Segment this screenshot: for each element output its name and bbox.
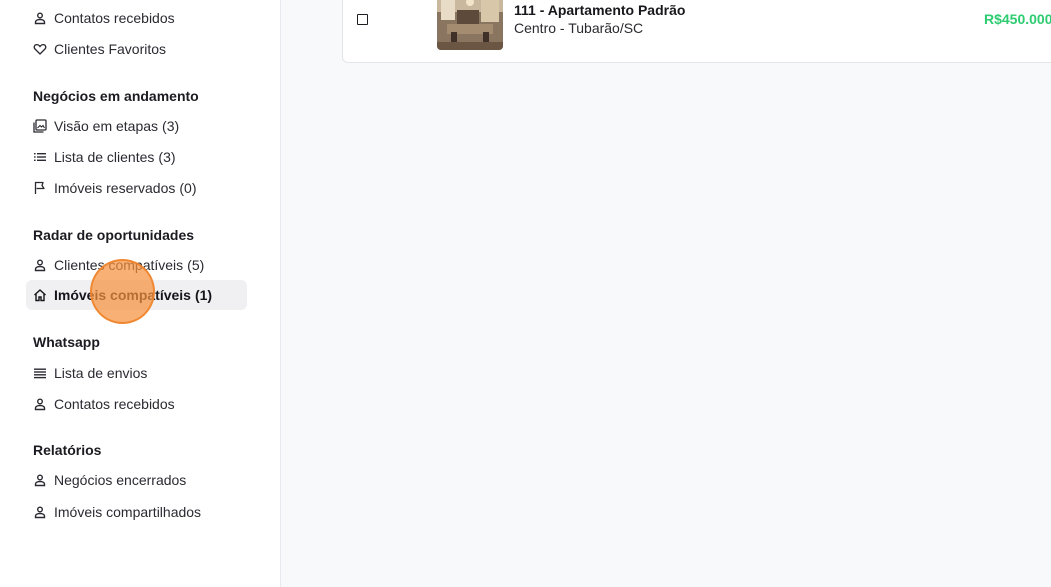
sidebar-item-clientes-compativeis[interactable]: Clientes compatíveis (5) (26, 250, 247, 280)
sidebar-item-imoveis-compartilhados[interactable]: Imóveis compartilhados (26, 497, 247, 527)
section-title-relatorios: Relatórios (33, 442, 102, 458)
sidebar-item-label: Imóveis compartilhados (54, 504, 202, 520)
sidebar-item-label: Imóveis compatíveis (54, 287, 191, 303)
person-icon (33, 505, 47, 519)
list-icon (33, 150, 47, 164)
sidebar-item-label: Lista de envios (54, 365, 148, 381)
sidebar-item-contatos-recebidos-top[interactable]: Contatos recebidos (26, 3, 247, 33)
main-content: 111 - Apartamento Padrão Centro - Tubarã… (282, 0, 1051, 587)
sidebar-item-count: (3) (158, 149, 176, 165)
sidebar-item-count: (5) (187, 257, 205, 273)
sidebar-item-negocios-encerrados[interactable]: Negócios encerrados (26, 465, 247, 495)
sidebar-item-imoveis-compativeis[interactable]: Imóveis compatíveis (1) (26, 280, 247, 310)
home-icon (33, 288, 47, 302)
select-checkbox[interactable] (357, 14, 368, 25)
property-title[interactable]: 111 - Apartamento Padrão (514, 2, 685, 18)
sidebar-item-label: Lista de clientes (54, 149, 155, 165)
property-thumbnail[interactable] (437, 0, 503, 50)
sidebar-item-lista-clientes[interactable]: Lista de clientes (3) (26, 142, 247, 172)
property-card[interactable]: 111 - Apartamento Padrão Centro - Tubarã… (342, 0, 1051, 63)
sidebar-item-count: (1) (194, 287, 213, 303)
person-icon (33, 258, 47, 272)
sidebar-item-imoveis-reservados[interactable]: Imóveis reservados (0) (26, 173, 247, 203)
person-icon (33, 473, 47, 487)
sidebar-item-visao-etapas[interactable]: Visão em etapas (3) (26, 111, 247, 141)
property-price: R$450.000 (984, 11, 1051, 27)
gallery-icon (33, 119, 47, 133)
sidebar: Contatos recebidos Clientes Favoritos Ne… (0, 0, 281, 587)
sidebar-item-label: Contatos recebidos (54, 10, 175, 26)
lines-icon (33, 366, 47, 380)
sidebar-item-label: Contatos recebidos (54, 396, 175, 412)
sidebar-item-label: Imóveis reservados (54, 180, 176, 196)
flag-icon (33, 181, 47, 195)
property-location: Centro - Tubarão/SC (514, 20, 644, 36)
sidebar-item-label: Negócios encerrados (54, 472, 187, 488)
section-title-whatsapp: Whatsapp (33, 334, 100, 350)
sidebar-item-count: (0) (179, 180, 197, 196)
sidebar-item-label: Clientes Favoritos (54, 41, 167, 57)
sidebar-item-lista-envios[interactable]: Lista de envios (26, 358, 247, 388)
section-title-negocios: Negócios em andamento (33, 88, 199, 104)
section-title-radar: Radar de oportunidades (33, 227, 195, 243)
person-icon (33, 11, 47, 25)
heart-icon (33, 42, 47, 56)
sidebar-item-contatos-recebidos[interactable]: Contatos recebidos (26, 389, 247, 419)
sidebar-item-clientes-favoritos[interactable]: Clientes Favoritos (26, 34, 247, 64)
sidebar-item-count: (3) (162, 118, 180, 134)
sidebar-item-label: Visão em etapas (54, 118, 159, 134)
person-icon (33, 397, 47, 411)
sidebar-item-label: Clientes compatíveis (54, 257, 184, 273)
